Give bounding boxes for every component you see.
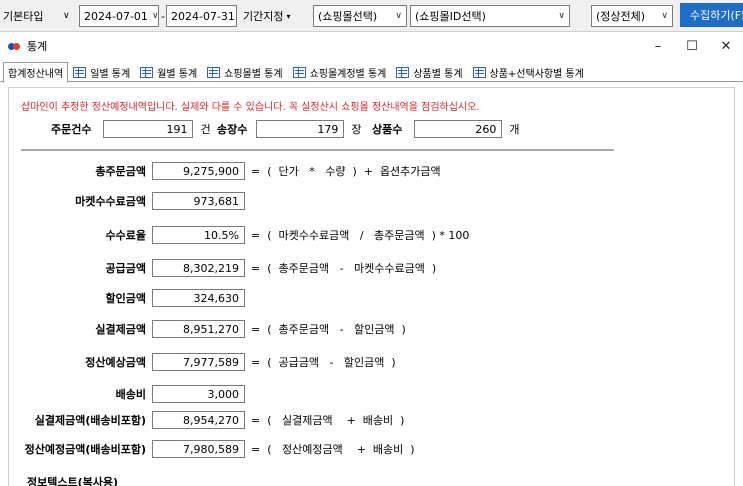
type-label: 기본타입: [3, 5, 43, 27]
row-value-field[interactable]: 10.5%: [152, 226, 245, 244]
type-label-text: 기본타입: [3, 10, 44, 23]
status-select[interactable]: (정상전체) ∨: [591, 5, 673, 27]
row-value-field[interactable]: 7,977,589: [152, 353, 245, 371]
row-value-field[interactable]: 3,000: [152, 385, 245, 403]
date-to-picker[interactable]: 2024-07-31 ∨: [166, 5, 237, 27]
summary-panel: 샵마인이 추정한 정산예정내역입니다. 실제와 다를 수 있습니다. 꼭 실정산…: [8, 87, 735, 486]
tab-label: 쇼핑몰계정별 통계: [309, 68, 387, 80]
row-label: 공급금액: [105, 262, 146, 275]
product-count-group: 상품수 260 개: [372, 119, 520, 139]
row-value-field[interactable]: 324,630: [152, 289, 245, 307]
row-label: 실결제금액: [95, 323, 146, 336]
chevron-down-icon: ∨: [395, 11, 402, 21]
row-formula: = ( 공급금액 - 할인금액 ): [251, 356, 396, 369]
tab-mall-stats[interactable]: 쇼핑몰별 통계: [202, 62, 287, 82]
table-icon: [396, 66, 410, 78]
period-label: 기간지정: [243, 10, 284, 23]
tab-product-stats[interactable]: 상품별 통계: [391, 62, 467, 82]
row-formula: = ( 총주문금액 - 마켓수수료금액 ): [251, 262, 437, 275]
tab-label: 월별 통계: [157, 68, 198, 80]
mall-id-select-value: (쇼핑몰ID선택): [415, 10, 486, 23]
row-formula: = ( 정산예정금액 + 배송비 ): [251, 443, 415, 456]
row-formula: = ( 총주문금액 - 할인금액 ): [251, 323, 406, 336]
row-label: 정산예상금액: [85, 356, 146, 369]
date-to-value: 2024-07-31: [171, 9, 235, 23]
minimize-button[interactable]: –: [641, 32, 675, 60]
row-label: 마켓수수료금액: [75, 195, 146, 208]
tab-strip: 합계정산내역 일별 통계 월별 통계 쇼핑몰별 통계 쇼핑몰계정별 통계 상품별…: [0, 60, 743, 83]
tab-daily-stats[interactable]: 일별 통계: [68, 62, 135, 82]
row-value-field[interactable]: 8,951,270: [152, 320, 245, 338]
row-label: 배송비: [115, 388, 146, 401]
tab-label: 쇼핑몰별 통계: [224, 68, 283, 80]
tab-product-option-stats[interactable]: 상품+선택사항별 통계: [468, 62, 589, 82]
order-count-group: 주문건수 191 건: [51, 119, 211, 139]
type-dropdown-chevron-icon[interactable]: ∨: [63, 5, 77, 27]
caret-down-icon: ▾: [286, 11, 291, 21]
collect-button[interactable]: 수집하기(F5): [680, 3, 743, 27]
row-value-field[interactable]: 8,302,219: [152, 259, 245, 277]
order-count-label: 주문건수: [51, 123, 92, 136]
sheet-count-field[interactable]: 179: [256, 120, 345, 138]
row-value-field[interactable]: 9,275,900: [152, 162, 245, 180]
product-count-unit: 개: [509, 123, 520, 136]
notice-text: 샵마인이 추정한 정산예정내역입니다. 실제와 다를 수 있습니다. 꼭 실정산…: [21, 102, 480, 113]
order-count-field[interactable]: 191: [103, 120, 194, 138]
table-icon: [472, 66, 486, 78]
sheet-count-unit: 장: [351, 123, 362, 136]
tab-summary-settlement[interactable]: 합계정산내역: [3, 62, 69, 83]
row-formula: = ( 단가 * 수량 ) + 옵션추가금액: [251, 165, 441, 178]
section-divider: [21, 149, 614, 151]
row-value-field[interactable]: 8,954,270: [152, 411, 245, 429]
sheet-count-group: 송장수 179 장: [217, 119, 362, 139]
row-label: 총주문금액: [95, 165, 146, 178]
product-count-label: 상품수: [372, 123, 403, 136]
chevron-down-icon: ∨: [151, 11, 159, 21]
sheet-count-label: 송장수: [217, 123, 248, 136]
row-formula: = ( 마켓수수료금액 / 총주문금액 ) * 100: [251, 229, 470, 242]
info-text-label: 정보텍스트(복사용): [27, 476, 119, 486]
status-select-value: (정상전체): [596, 10, 646, 23]
tab-list: 합계정산내역 일별 통계 월별 통계 쇼핑몰별 통계 쇼핑몰계정별 통계 상품별…: [3, 62, 589, 83]
date-separator: -: [161, 9, 165, 23]
mall-select[interactable]: (쇼핑몰선택) ∨: [313, 5, 407, 27]
order-count-unit: 건: [200, 123, 211, 136]
row-label: 할인금액: [105, 292, 146, 305]
app-logo-icon: [8, 41, 22, 51]
row-label: 수수료율: [105, 229, 146, 242]
mall-id-select[interactable]: (쇼핑몰ID선택) ∨: [410, 5, 570, 27]
row-value-field[interactable]: 7,980,589: [152, 440, 245, 458]
maximize-button[interactable]: ☐: [675, 32, 709, 60]
row-value-field[interactable]: 973,681: [152, 192, 245, 210]
window-controls: – ☐ ✕: [641, 32, 743, 60]
date-from-picker[interactable]: 2024-07-01 ∨: [79, 5, 159, 27]
period-select-button[interactable]: 기간지정 ▾: [240, 5, 294, 27]
tab-label: 상품+선택사항별 통계: [489, 68, 584, 80]
date-from-value: 2024-07-01: [84, 9, 148, 23]
chevron-down-icon: ∨: [661, 11, 668, 21]
product-count-field[interactable]: 260: [414, 120, 503, 138]
tab-mall-account-stats[interactable]: 쇼핑몰계정별 통계: [288, 62, 392, 82]
top-toolbar: 기본타입 ∨ 2024-07-01 ∨ - 2024-07-31 ∨ 기간지정 …: [0, 0, 743, 32]
row-label: 실결제금액(배송비포함): [34, 414, 146, 427]
chevron-down-icon: ∨: [558, 11, 565, 21]
close-button[interactable]: ✕: [709, 32, 743, 60]
mall-select-value: (쇼핑몰선택): [318, 10, 378, 23]
row-label: 정산예정금액(배송비포함): [24, 443, 146, 456]
tab-label: 상품별 통계: [413, 68, 463, 80]
window-title: 통계: [27, 40, 48, 53]
table-icon: [73, 66, 87, 78]
table-icon: [207, 66, 221, 78]
tab-label: 합계정산내역: [8, 69, 64, 80]
table-icon: [292, 66, 306, 78]
tab-label: 일별 통계: [90, 68, 131, 80]
tab-monthly-stats[interactable]: 월별 통계: [135, 62, 202, 82]
row-formula: = ( 실결제금액 + 배송비 ): [251, 414, 405, 427]
table-icon: [140, 66, 154, 78]
window-titlebar: 통계 – ☐ ✕: [0, 32, 743, 60]
